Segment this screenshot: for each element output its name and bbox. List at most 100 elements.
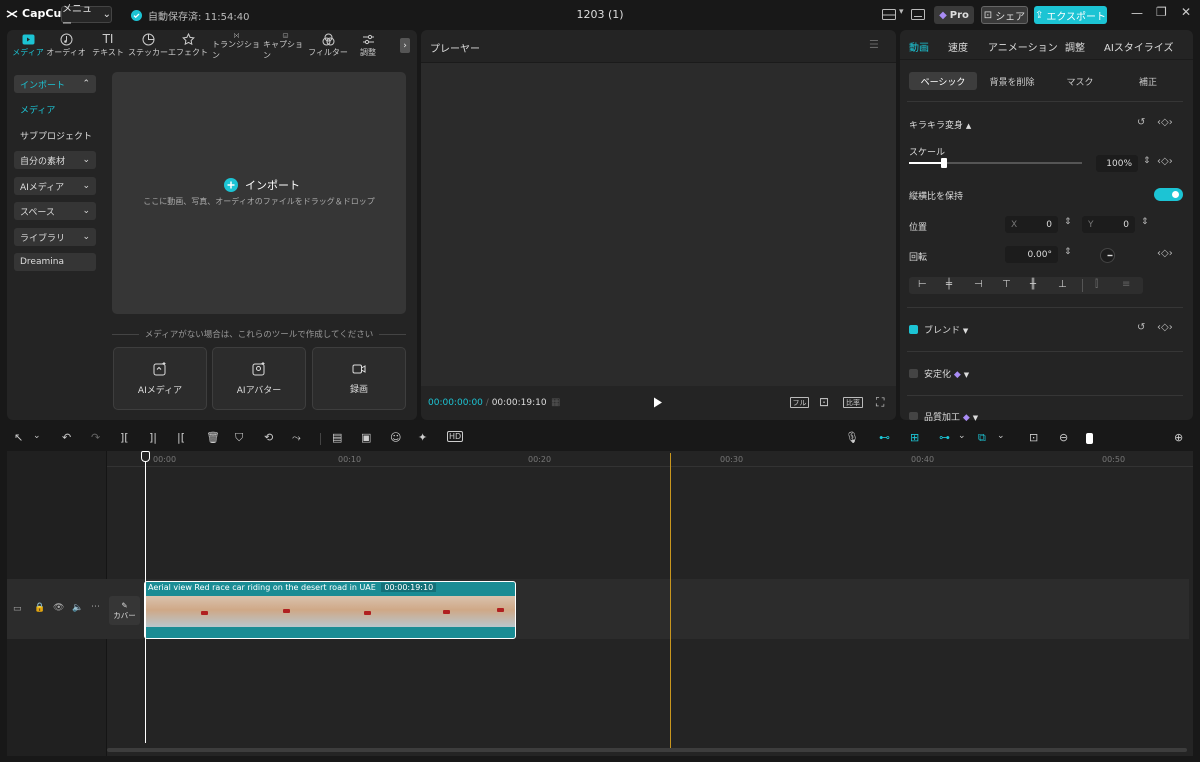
- subtab-correction[interactable]: 補正: [1114, 72, 1182, 90]
- tab-media[interactable]: メディア: [7, 33, 49, 61]
- tabs-scroll-right-icon[interactable]: ›: [400, 38, 410, 53]
- split-icon[interactable]: ][: [120, 431, 129, 444]
- position-x-field[interactable]: X0: [1005, 216, 1058, 233]
- align-bottom-icon[interactable]: ⊥: [1058, 279, 1067, 290]
- rotation-value[interactable]: 0.00°: [1005, 246, 1058, 263]
- ai-cut-icon[interactable]: ▣: [361, 431, 371, 444]
- nav-library[interactable]: ライブラリ ⌄: [14, 228, 96, 246]
- scale-slider[interactable]: [909, 158, 1082, 168]
- marker-icon[interactable]: ⛉: [235, 431, 243, 445]
- more-icon[interactable]: ⋯: [91, 602, 100, 612]
- eye-icon[interactable]: 👁: [53, 603, 64, 613]
- nav-subproject[interactable]: サブプロジェクト: [20, 129, 92, 142]
- play-icon[interactable]: [653, 397, 663, 408]
- ai-media-card[interactable]: AIメディア: [113, 347, 207, 410]
- playhead-handle[interactable]: [141, 451, 150, 462]
- zoom-out-icon[interactable]: ⊖: [1059, 431, 1068, 444]
- subtab-remove-bg[interactable]: 背景を削除: [978, 72, 1046, 90]
- undo-icon[interactable]: ↶: [62, 431, 71, 444]
- keep-ratio-toggle[interactable]: [1154, 188, 1183, 201]
- zoom-slider-thumb[interactable]: [1086, 433, 1093, 444]
- keyframe-icon[interactable]: ‹◇›: [1157, 156, 1173, 167]
- tab-transition[interactable]: トランジション: [212, 33, 260, 61]
- keyframe-icon[interactable]: ‹◇›: [1157, 322, 1173, 333]
- redo-icon[interactable]: ↷: [91, 431, 100, 444]
- select-tool-icon[interactable]: ↖: [14, 431, 23, 444]
- nav-dreamina[interactable]: Dreamina: [14, 253, 96, 271]
- stepper-icon[interactable]: ⇕: [1141, 217, 1149, 227]
- menu-button[interactable]: メニュー ⌄: [61, 4, 112, 30]
- delete-icon[interactable]: 🗑: [206, 431, 220, 444]
- tab-text[interactable]: TI テキスト: [87, 33, 129, 61]
- tab-adjustment[interactable]: 調整: [1065, 39, 1085, 54]
- align-top-icon[interactable]: ⊤: [1002, 279, 1011, 290]
- keyframe-icon[interactable]: ‹◇›: [1157, 248, 1173, 259]
- timeline-scrollbar[interactable]: [107, 748, 1187, 752]
- distribute-h-icon[interactable]: ⫿: [1095, 279, 1098, 290]
- grid-icon[interactable]: ▦: [551, 397, 560, 408]
- subtab-basic[interactable]: ベーシック: [909, 72, 977, 90]
- import-dropzone[interactable]: インポート ここに動画、写真、オーディオのファイルをドラッグ＆ドロップ: [112, 72, 406, 314]
- nav-my-assets[interactable]: 自分の素材 ⌄: [14, 151, 96, 169]
- minimize-icon[interactable]: —: [1131, 6, 1143, 20]
- ai-person-icon[interactable]: ☺: [390, 431, 401, 444]
- tab-video[interactable]: 動画: [909, 39, 929, 54]
- import-action[interactable]: インポート: [224, 177, 300, 193]
- snapshot-icon[interactable]: ⊡: [819, 395, 829, 409]
- record-card[interactable]: 録画: [312, 347, 406, 410]
- link-clips-icon[interactable]: ⊷: [879, 431, 890, 444]
- nav-ai-media[interactable]: AIメディア ⌄: [14, 177, 96, 195]
- reset-icon[interactable]: ↺: [1137, 322, 1145, 333]
- player-menu-icon[interactable]: ☰: [869, 38, 879, 51]
- align-center-h-icon[interactable]: ╪: [946, 279, 952, 290]
- align-right-icon[interactable]: ⊣: [974, 279, 983, 290]
- align-center-v-icon[interactable]: ╫: [1030, 279, 1036, 290]
- magnet-icon[interactable]: ⊞: [910, 431, 919, 444]
- fullscreen-icon[interactable]: ⛶: [876, 395, 884, 410]
- magic-wand-icon[interactable]: ✦: [418, 431, 427, 444]
- cover-button[interactable]: ✎ カバー: [109, 596, 140, 625]
- tab-filter[interactable]: フィルター: [307, 33, 349, 61]
- full-quality-button[interactable]: フル: [790, 397, 809, 408]
- auto-snap-icon[interactable]: ⊶: [939, 431, 950, 444]
- nav-space[interactable]: スペース ⌄: [14, 202, 96, 220]
- tab-adjust[interactable]: 調整: [347, 33, 389, 61]
- zoom-in-icon[interactable]: ⊕: [1174, 431, 1183, 444]
- microphone-icon[interactable]: 🎙: [845, 431, 859, 444]
- preview-axis-icon[interactable]: ⧉: [978, 431, 986, 445]
- ratio-button[interactable]: 比率: [843, 397, 863, 408]
- track-video-icon[interactable]: ▭: [13, 604, 22, 614]
- nav-import[interactable]: インポート ⌃: [14, 75, 96, 93]
- stepper-icon[interactable]: ⇕: [1143, 156, 1151, 166]
- distribute-v-icon[interactable]: ≡: [1122, 279, 1130, 290]
- stepper-icon[interactable]: ⇕: [1064, 217, 1072, 227]
- chevron-down-icon[interactable]: ⌄: [997, 431, 1005, 441]
- export-button[interactable]: ⇪ エクスポート: [1034, 6, 1107, 24]
- fit-timeline-icon[interactable]: ⊡: [1029, 431, 1038, 444]
- volume-icon[interactable]: 🔈: [72, 603, 83, 613]
- split-left-icon[interactable]: ]|: [149, 431, 157, 444]
- video-canvas[interactable]: [421, 63, 896, 386]
- tab-caption[interactable]: キャプション: [263, 33, 307, 61]
- stepper-icon[interactable]: ⇕: [1064, 247, 1072, 257]
- layout-icon[interactable]: [882, 9, 896, 20]
- restore-icon[interactable]: ❐: [1156, 5, 1167, 19]
- pro-button[interactable]: ◆ Pro: [934, 6, 974, 24]
- subtitle-icon[interactable]: ▤: [332, 431, 342, 444]
- quality-section[interactable]: 品質加工 ◆ ▼: [924, 410, 978, 423]
- crop-icon[interactable]: ⟲: [264, 431, 273, 444]
- scale-value[interactable]: 100%: [1096, 155, 1138, 172]
- chevron-down-icon[interactable]: ⌄: [958, 431, 966, 441]
- slider-thumb[interactable]: [941, 158, 947, 168]
- stabilize-section[interactable]: 安定化 ◆ ▼: [924, 367, 969, 380]
- align-left-icon[interactable]: ⊢: [918, 279, 927, 290]
- close-icon[interactable]: ✕: [1181, 5, 1191, 19]
- layout-chevron-icon[interactable]: ▾: [899, 7, 904, 17]
- share-button[interactable]: ⊡ シェア: [981, 6, 1028, 24]
- rotation-dial-icon[interactable]: [1100, 248, 1115, 263]
- tab-speed[interactable]: 速度: [948, 39, 968, 54]
- tab-ai-stylize[interactable]: AIスタイライズ: [1104, 39, 1174, 54]
- keyboard-icon[interactable]: [911, 9, 925, 20]
- reset-icon[interactable]: ↺: [1137, 117, 1145, 128]
- sparkle-section[interactable]: キラキラ変身 ▲: [909, 118, 971, 131]
